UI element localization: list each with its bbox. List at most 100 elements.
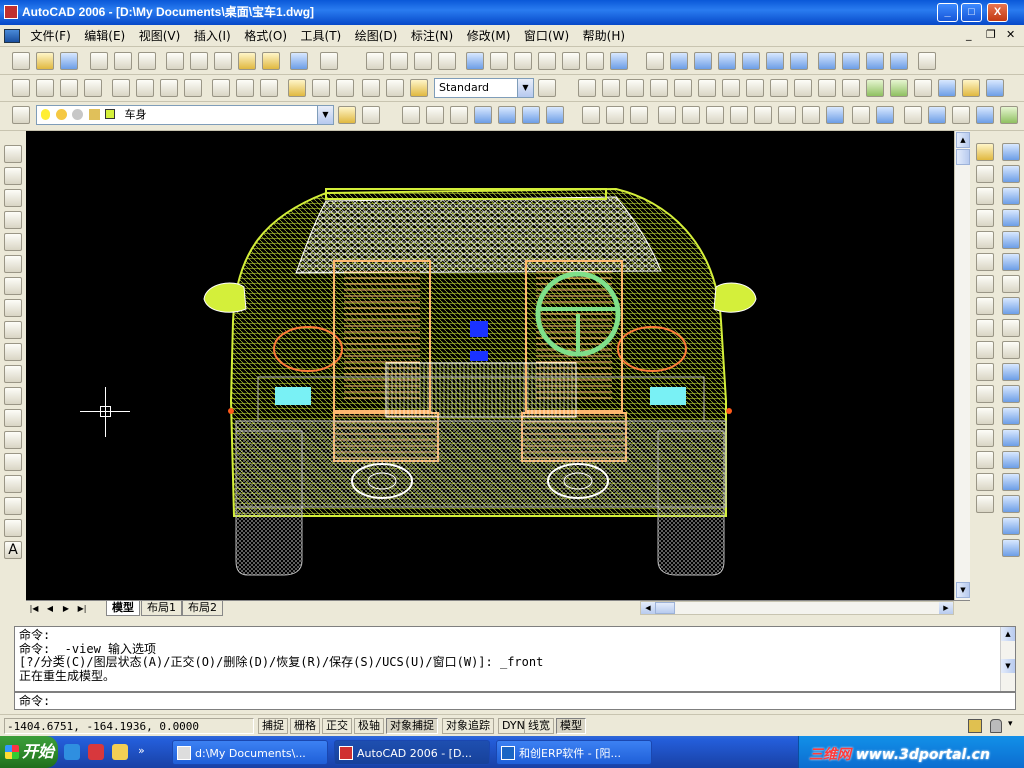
setup-profile-icon[interactable] <box>1002 429 1020 447</box>
redo-icon[interactable] <box>320 52 338 70</box>
text-style-icon[interactable] <box>362 79 380 97</box>
move-icon[interactable] <box>976 253 994 271</box>
tool-palettes-icon[interactable] <box>514 52 532 70</box>
intersect-icon[interactable] <box>630 106 648 124</box>
left-view-icon[interactable] <box>718 52 736 70</box>
tab-layout1[interactable]: 布局1 <box>141 601 182 616</box>
make-block-icon[interactable] <box>4 409 22 427</box>
save-icon[interactable] <box>60 52 78 70</box>
mirror-icon[interactable] <box>976 187 994 205</box>
back-view-icon[interactable] <box>790 52 808 70</box>
erase-icon[interactable] <box>976 143 994 161</box>
snap-toggle[interactable]: 捕捉 <box>258 718 288 734</box>
scroll-up-icon[interactable]: ▲ <box>1001 627 1015 641</box>
polygon-icon[interactable] <box>4 211 22 229</box>
properties-icon[interactable] <box>466 52 484 70</box>
flat-shaded-icon[interactable] <box>474 106 492 124</box>
offset-faces-icon[interactable] <box>706 106 724 124</box>
tab-model[interactable]: 模型 <box>106 601 140 616</box>
named-views-icon[interactable] <box>646 52 664 70</box>
otrack-toggle[interactable]: 对象追踪 <box>442 718 494 734</box>
break-icon[interactable] <box>976 407 994 425</box>
extrude-faces-icon[interactable] <box>658 106 676 124</box>
layer-previous-icon[interactable] <box>362 106 380 124</box>
autocad-app-icon[interactable] <box>4 5 18 19</box>
open-file-icon[interactable] <box>36 52 54 70</box>
explode-icon[interactable] <box>976 495 994 513</box>
menu-tools[interactable]: 工具(T) <box>296 25 347 47</box>
ellipse-icon[interactable] <box>4 343 22 361</box>
radius-dimension-icon[interactable] <box>112 79 130 97</box>
front-view-icon[interactable] <box>766 52 784 70</box>
delete-faces-icon[interactable] <box>730 106 748 124</box>
arc-icon[interactable] <box>4 255 22 273</box>
clean-icon[interactable] <box>928 106 946 124</box>
folder-icon[interactable] <box>112 744 128 760</box>
new-file-icon[interactable] <box>12 52 30 70</box>
2d-wireframe-icon[interactable] <box>402 106 420 124</box>
model-toggle[interactable]: 模型 <box>556 718 586 734</box>
close-button[interactable]: X <box>987 3 1008 22</box>
status-menu-icon[interactable]: ▾ <box>1008 719 1018 733</box>
menu-insert[interactable]: 插入(I) <box>189 25 236 47</box>
markup-icon[interactable] <box>562 52 580 70</box>
gouraud-edges-icon[interactable] <box>546 106 564 124</box>
scroll-left-icon[interactable]: ◀ <box>641 602 655 614</box>
camera-icon[interactable] <box>918 52 936 70</box>
right-view-icon[interactable] <box>742 52 760 70</box>
offset-icon[interactable] <box>976 209 994 227</box>
menu-help[interactable]: 帮助(H) <box>578 25 630 47</box>
hatch-icon[interactable] <box>4 453 22 471</box>
region-icon[interactable] <box>4 497 22 515</box>
circle-icon[interactable] <box>4 277 22 295</box>
menu-file[interactable]: 文件(F) <box>26 25 76 47</box>
tolerance-icon[interactable] <box>312 79 330 97</box>
command-scrollbar[interactable]: ▲ ▼ <box>1000 627 1015 691</box>
3d-continuous-orbit-icon[interactable] <box>866 79 884 97</box>
chamfer-icon[interactable] <box>976 451 994 469</box>
section-icon[interactable] <box>1002 341 1020 359</box>
revolve-2-icon[interactable] <box>1002 539 1020 557</box>
3d-reset-icon[interactable] <box>986 79 1004 97</box>
tab-last-icon[interactable]: ▶| <box>76 602 88 615</box>
zoom-scale-icon[interactable] <box>650 79 668 97</box>
scroll-right-icon[interactable]: ▶ <box>939 602 953 614</box>
angular-dimension-icon[interactable] <box>184 79 202 97</box>
text-style-select[interactable]: Standard ▼ <box>434 78 534 98</box>
3d-orbit-icon[interactable] <box>818 79 836 97</box>
ne-iso-view-icon[interactable] <box>866 52 884 70</box>
construction-line-icon[interactable] <box>4 167 22 185</box>
zoom-window-icon[interactable] <box>414 52 432 70</box>
continue-dimension-icon[interactable] <box>260 79 278 97</box>
scroll-down-icon[interactable]: ▼ <box>1001 659 1015 673</box>
task-erp[interactable]: 和创ERP软件 - [阳... <box>496 740 652 765</box>
revision-cloud-icon[interactable] <box>4 299 22 317</box>
se-iso-view-icon[interactable] <box>842 52 860 70</box>
cone-icon[interactable] <box>1002 209 1020 227</box>
block-editor-icon[interactable] <box>262 52 280 70</box>
ordinate-dimension-icon[interactable] <box>84 79 102 97</box>
copy-edges-icon[interactable] <box>852 106 870 124</box>
zoom-in-icon[interactable] <box>722 79 740 97</box>
fillet-icon[interactable] <box>976 473 994 491</box>
line-icon[interactable] <box>4 145 22 163</box>
tab-prev-icon[interactable]: ◀ <box>44 602 56 615</box>
wedge-icon[interactable] <box>1002 231 1020 249</box>
cylinder-icon[interactable] <box>1002 187 1020 205</box>
maximize-button[interactable]: □ <box>961 3 982 22</box>
gouraud-shaded-icon[interactable] <box>498 106 516 124</box>
menu-modify[interactable]: 修改(M) <box>462 25 516 47</box>
zoom-out-icon[interactable] <box>746 79 764 97</box>
quick-launch-more-icon[interactable]: » <box>138 744 145 757</box>
baseline-dimension-icon[interactable] <box>236 79 254 97</box>
match-properties-icon[interactable] <box>238 52 256 70</box>
hscroll-thumb[interactable] <box>655 602 675 614</box>
array-icon[interactable] <box>976 231 994 249</box>
extrude-icon[interactable] <box>1002 275 1020 293</box>
imprint-icon[interactable] <box>904 106 922 124</box>
publish-icon[interactable] <box>138 52 156 70</box>
menu-dimension[interactable]: 标注(N) <box>406 25 458 47</box>
table-icon[interactable] <box>4 519 22 537</box>
rectangle-icon[interactable] <box>4 233 22 251</box>
intersect-2-icon[interactable] <box>1002 495 1020 513</box>
